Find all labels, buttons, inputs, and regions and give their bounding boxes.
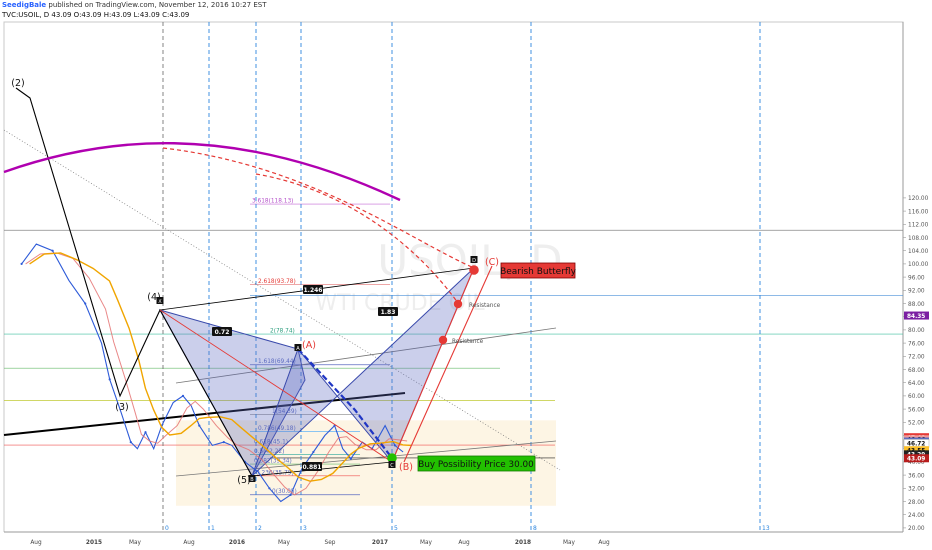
bearish-butterfly-label: Bearish Butterfly (500, 267, 577, 277)
y-tick-label: 52.00 (908, 421, 925, 427)
wave-label: (3) (115, 402, 128, 413)
ratio-label: 0.881 (303, 464, 322, 471)
y-tick-label: 112.00 (908, 223, 929, 229)
fib-level-label: 2.618(93.78) (258, 279, 296, 285)
ratio-label: 1.83 (381, 309, 396, 316)
pattern-point-label: C (390, 463, 394, 469)
price-point (108, 378, 111, 381)
y-tick-label: 108.00 (908, 236, 929, 242)
y-tick-label: 64.00 (908, 381, 925, 387)
time-cycle-label: 2 (258, 525, 262, 532)
y-tick-label: 92.00 (908, 289, 925, 295)
price-point (181, 394, 185, 397)
pattern-point-label: D (472, 258, 476, 264)
price-point (268, 487, 271, 490)
resistance-label: Resistance (452, 339, 484, 345)
price-point (312, 450, 315, 454)
y-tick-label: 104.00 (908, 249, 929, 255)
x-tick-label: 2018 (515, 540, 531, 546)
pattern-point-label: B (250, 477, 254, 483)
resistance-marker (453, 299, 463, 309)
x-tick-label: 2017 (372, 540, 388, 546)
x-tick-label: Aug (598, 540, 610, 546)
price-badge-label: 43.09 (907, 457, 925, 463)
x-tick-label: Aug (458, 540, 470, 546)
price-point (20, 262, 23, 265)
price-chart[interactable]: USOIL, DWTI CRUDE OIL20.0024.0028.0032.0… (0, 0, 932, 550)
pattern-point-label: A (296, 346, 300, 352)
y-tick-label: 60.00 (908, 394, 925, 400)
y-tick-label: 76.00 (908, 341, 925, 347)
price-badge-label: 84.35 (907, 314, 925, 320)
price-point (198, 424, 201, 427)
time-cycle-label: 3 (303, 525, 307, 532)
y-tick-label: 56.00 (908, 407, 925, 413)
buy-possibility-label: Buy Possibility Price 30.00 (418, 460, 534, 470)
y-tick-label: 96.00 (908, 275, 925, 281)
resistance-marker (438, 335, 448, 345)
time-cycle-label: 8 (533, 525, 537, 532)
fib-level-label: 3.618(118.13) (252, 199, 293, 205)
wave-label: (5) (237, 475, 250, 486)
y-tick-label: 24.00 (908, 513, 925, 519)
resistance-label: Resistance (469, 303, 501, 309)
wave-label: (B) (399, 462, 413, 473)
time-cycle-label: 1 (211, 525, 215, 532)
price-point (222, 441, 225, 444)
point-d-marker (469, 265, 479, 275)
y-tick-label: 100.00 (908, 262, 929, 268)
y-tick-label: 32.00 (908, 487, 925, 493)
y-tick-label: 72.00 (908, 355, 925, 361)
y-tick-label: 120.00 (908, 196, 929, 202)
price-point (129, 441, 132, 444)
y-tick-label: 20.00 (908, 526, 925, 532)
price-point (144, 431, 147, 434)
wave-label: (A) (302, 340, 316, 351)
price-point (51, 249, 54, 252)
x-tick-label: May (420, 540, 433, 546)
wave-label: (C) (485, 257, 499, 268)
time-cycle-label: 0 (165, 525, 169, 532)
wave-label: (2) (11, 78, 24, 89)
ratio-label: 0.72 (215, 329, 230, 336)
price-point (393, 444, 396, 447)
ratio-label: 1.246 (304, 287, 323, 294)
x-tick-label: Sep (325, 540, 336, 546)
y-tick-label: 80.00 (908, 328, 925, 334)
y-tick-label: 68.00 (908, 368, 925, 374)
y-tick-label: 28.00 (908, 500, 925, 506)
y-tick-label: 116.00 (908, 209, 929, 215)
y-tick-label: 36.00 (908, 473, 925, 479)
x-tick-label: Aug (183, 540, 195, 546)
price-axis (903, 22, 932, 550)
x-tick-label: May (563, 540, 576, 546)
x-tick-label: May (129, 540, 142, 546)
x-tick-label: May (278, 540, 291, 546)
price-point (349, 457, 352, 460)
time-cycle-label: 13 (762, 525, 770, 532)
x-tick-label: 2016 (229, 540, 245, 546)
fib-level-label: 2(78.74) (270, 329, 295, 335)
y-tick-label: 88.00 (908, 302, 925, 308)
price-point (84, 302, 87, 305)
wave-label: (4) (147, 292, 160, 303)
time-cycle-label: 5 (394, 525, 398, 532)
price-point (289, 493, 292, 496)
x-tick-label: Aug (30, 540, 42, 546)
x-tick-label: 2015 (86, 540, 102, 546)
